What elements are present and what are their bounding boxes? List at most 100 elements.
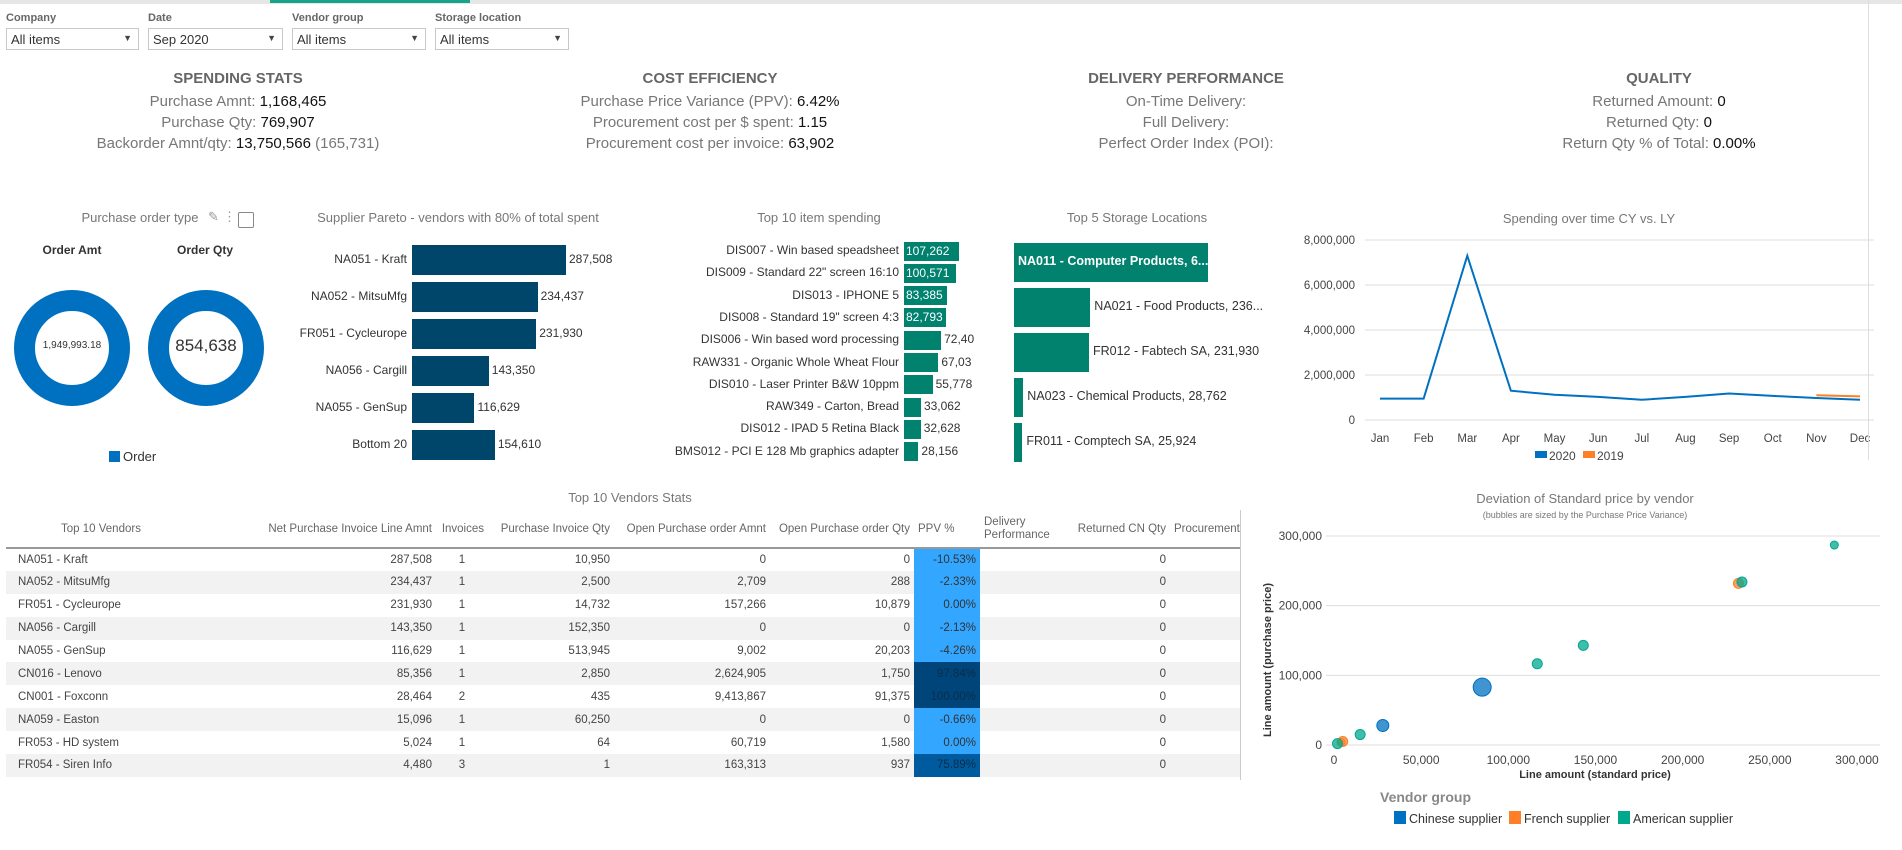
table-row[interactable]: CN001 - Foxconn 28,464 2 435 9,413,867 91,375… xyxy=(6,685,1240,709)
chart-title: Spending over time CY vs. LY xyxy=(1503,211,1676,226)
table-cell: 20,203 xyxy=(874,645,910,657)
column-header[interactable]: Open Purchase order Qty xyxy=(770,510,914,549)
table-cell: 0 xyxy=(1159,645,1166,657)
table-cell: 15,096 xyxy=(196,708,436,732)
x-tick-label: Aug xyxy=(1675,433,1695,445)
table-cell: 2,850 xyxy=(488,662,614,686)
table-cell xyxy=(1170,616,1240,640)
stat-value: 1.15 xyxy=(797,114,828,131)
table-row[interactable]: NA056 - Cargill 143,350 1 152,350 0 0 -2.13% 0 xyxy=(6,616,1240,640)
table-cell: 0 xyxy=(770,616,914,640)
table-cell: -2.13% xyxy=(914,616,980,640)
stat-line: Returned Qty: 0 xyxy=(1439,112,1879,133)
stat-label: Purchase Qty: xyxy=(161,114,261,131)
table-cell xyxy=(1170,708,1240,732)
column-header[interactable]: Delivery Performance xyxy=(980,510,1060,549)
table-cell: 0 xyxy=(1060,754,1170,777)
table-cell xyxy=(980,754,1060,777)
table-cell: 435 xyxy=(590,690,610,703)
table-cell: -4.26% xyxy=(914,639,980,663)
table-cell: FR054 - Siren Info xyxy=(6,754,196,777)
table-cell: 116,629 xyxy=(391,645,432,657)
filter-dropdown-date[interactable]: Sep 2020 ▼ xyxy=(148,28,283,50)
bubble[interactable] xyxy=(1354,729,1366,741)
table-cell xyxy=(980,685,1060,708)
column-header[interactable]: Purchase Invoice Qty xyxy=(488,510,614,549)
bubble[interactable] xyxy=(1331,738,1343,750)
column-header[interactable]: Returned CN Qty xyxy=(1060,510,1170,549)
bubble[interactable] xyxy=(1829,540,1839,550)
stat-label: Procurement cost per $ spent: xyxy=(592,114,798,131)
x-tick-label: 250,000 xyxy=(1748,753,1792,767)
table-cell: 0 xyxy=(1159,690,1166,703)
column-header[interactable]: Procurement c xyxy=(1170,510,1240,549)
stat-value: 1,168,465 xyxy=(259,93,327,110)
table-cell: 100.00% xyxy=(914,685,980,709)
table-cell: 1 xyxy=(436,616,488,640)
table-row[interactable]: NA059 - Easton 15,096 1 60,250 0 0 -0.66% 0 xyxy=(6,708,1240,732)
stat-label: Return Qty % of Total: xyxy=(1562,135,1714,152)
x-tick-label: Nov xyxy=(1806,433,1827,445)
table-cell: 1 xyxy=(458,645,466,657)
bubble[interactable] xyxy=(1376,718,1390,732)
stat-label: Perfect Order Index (POI): xyxy=(1098,135,1274,152)
filter-dropdown-vendor-group[interactable]: All items ▼ xyxy=(292,28,426,50)
filter-label: Storage location xyxy=(435,12,522,24)
bubble[interactable] xyxy=(1736,576,1748,588)
table-row[interactable]: NA051 - Kraft 287,508 1 10,950 0 0 -10.53% 0 xyxy=(6,548,1240,571)
y-tick-label: 0 xyxy=(1315,738,1322,752)
stat-line: Purchase Qty: 769,907 xyxy=(18,112,458,133)
column-header[interactable]: Top 10 Vendors xyxy=(6,510,196,549)
column-header[interactable]: Net Purchase Invoice Line Amnt xyxy=(196,510,436,549)
table-cell: CN016 - Lenovo xyxy=(6,662,196,686)
table-cell: 60,719 xyxy=(730,736,766,749)
table-cell: NA055 - GenSup xyxy=(18,645,106,657)
table-cell: 2,709 xyxy=(614,570,770,594)
chevron-down-icon: ▼ xyxy=(410,33,419,43)
chevron-down-icon: ▼ xyxy=(267,33,276,43)
x-tick-label: Jul xyxy=(1634,433,1649,445)
bubble[interactable] xyxy=(1577,639,1589,651)
table-row[interactable]: NA055 - GenSup 116,629 1 513,945 9,002 20,203… xyxy=(6,639,1240,663)
filter-dropdown-storage-location[interactable]: All items ▼ xyxy=(435,28,569,50)
table-row[interactable]: FR054 - Siren Info 4,480 3 1 163,313 937 75.89… xyxy=(6,754,1240,777)
table-row[interactable]: FR051 - Cycleurope 231,930 1 14,732 157,266 1… xyxy=(6,593,1240,617)
stat-label: Returned Amount: xyxy=(1592,93,1718,110)
x-tick-label: Apr xyxy=(1502,433,1520,445)
vendors-table-wrap[interactable]: Top 10 Vendors Net Purchase Invoice Line … xyxy=(6,510,1240,777)
table-cell: 0 xyxy=(1060,708,1170,732)
column-header[interactable]: PPV % xyxy=(914,510,980,549)
table-cell: 1 xyxy=(458,736,466,749)
table-cell: 1 xyxy=(436,570,488,594)
column-header[interactable]: Invoices xyxy=(436,510,488,549)
stat-block-spending: SPENDING STATS Purchase Amnt: 1,168,465 Pu… xyxy=(18,70,458,154)
table-cell xyxy=(1170,570,1240,594)
stat-line: Purchase Amnt: 1,168,465 xyxy=(18,91,458,112)
table-cell: 2,500 xyxy=(488,570,614,594)
legend-swatch xyxy=(1394,811,1406,824)
stat-label: Backorder Amnt/qty: xyxy=(96,135,236,152)
x-tick-label: 300,000 xyxy=(1835,753,1879,767)
table-row[interactable]: CN016 - Lenovo 85,356 1 2,850 2,624,905 1,750… xyxy=(6,662,1240,686)
x-tick-label: Sep xyxy=(1719,433,1739,445)
bubble[interactable] xyxy=(1472,677,1492,697)
bubble[interactable] xyxy=(1531,658,1543,670)
legend-swatch xyxy=(1618,811,1630,824)
stat-line: On-Time Delivery: xyxy=(966,91,1406,112)
table-cell: CN001 - Foxconn xyxy=(18,690,109,703)
filter-dropdown-company[interactable]: All items ▼ xyxy=(6,28,139,50)
table-cell: 0 xyxy=(1060,662,1170,686)
x-tick-label: Mar xyxy=(1457,433,1477,445)
stat-block-delivery: DELIVERY PERFORMANCE On-Time Delivery: Ful… xyxy=(966,70,1406,154)
table-row[interactable]: NA052 - MitsuMfg 234,437 1 2,500 2,709 288 -2.… xyxy=(6,570,1240,594)
stat-title: QUALITY xyxy=(1626,70,1692,87)
x-tick-label: Jan xyxy=(1371,433,1390,445)
table-cell: 937 xyxy=(770,754,914,777)
series-line-2020 xyxy=(1380,252,1861,401)
y-tick-label: 300,000 xyxy=(1279,529,1323,543)
table-row[interactable]: FR053 - HD system 5,024 1 64 60,719 1,580 0.00… xyxy=(6,731,1240,755)
column-header[interactable]: Open Purchase order Amnt xyxy=(614,510,770,549)
table-cell: 97.84% xyxy=(914,662,980,686)
table-cell xyxy=(1170,640,1240,663)
table-cell: 9,413,867 xyxy=(714,690,766,703)
